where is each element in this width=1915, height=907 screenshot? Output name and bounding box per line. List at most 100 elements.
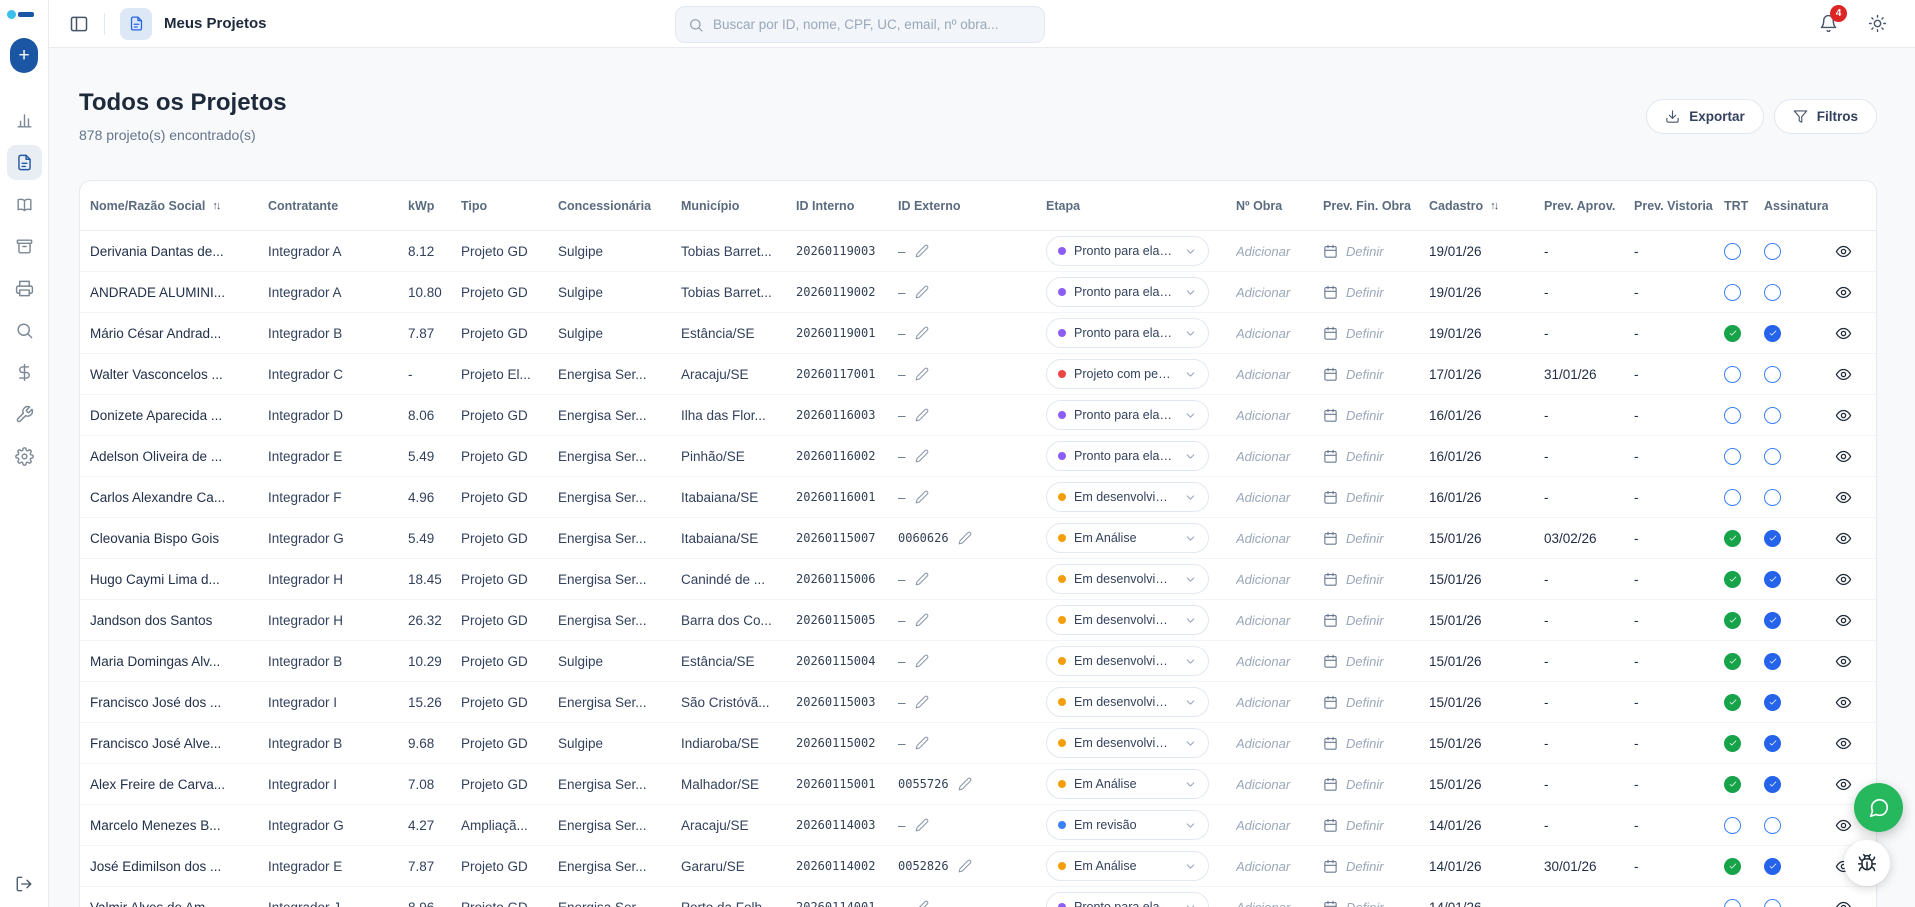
add-obra-button[interactable]: Adicionar [1236, 818, 1290, 833]
definir-button[interactable]: Definir [1346, 531, 1384, 546]
bug-report-button[interactable] [1844, 840, 1890, 886]
definir-button[interactable]: Definir [1346, 736, 1384, 751]
etapa-select[interactable]: Pronto para elabor... [1046, 236, 1209, 266]
etapa-select[interactable]: Em desenvolvimento [1046, 564, 1209, 594]
add-obra-button[interactable]: Adicionar [1236, 490, 1290, 505]
edit-id-externo-icon[interactable] [958, 531, 972, 545]
sidebar-item-bar-chart[interactable] [7, 103, 42, 138]
edit-id-externo-icon[interactable] [915, 900, 929, 907]
view-project-button[interactable] [1835, 653, 1852, 670]
sidebar-item-book[interactable] [7, 187, 42, 222]
etapa-select[interactable]: Em Análise [1046, 769, 1209, 799]
definir-button[interactable]: Definir [1346, 490, 1384, 505]
etapa-select[interactable]: Pronto para elabor... [1046, 318, 1209, 348]
logout-icon[interactable] [15, 875, 33, 893]
definir-button[interactable]: Definir [1346, 408, 1384, 423]
edit-id-externo-icon[interactable] [915, 654, 929, 668]
edit-id-externo-icon[interactable] [915, 736, 929, 750]
etapa-select[interactable]: Em Análise [1046, 851, 1209, 881]
view-project-button[interactable] [1835, 817, 1852, 834]
definir-button[interactable]: Definir [1346, 654, 1384, 669]
view-project-button[interactable] [1835, 407, 1852, 424]
edit-id-externo-icon[interactable] [915, 449, 929, 463]
definir-button[interactable]: Definir [1346, 285, 1384, 300]
definir-button[interactable]: Definir [1346, 900, 1384, 907]
etapa-select[interactable]: Em revisão [1046, 810, 1209, 840]
etapa-select[interactable]: Em desenvolvimento [1046, 482, 1209, 512]
sidebar-item-wrench[interactable] [7, 397, 42, 432]
add-obra-button[interactable]: Adicionar [1236, 367, 1290, 382]
add-obra-button[interactable]: Adicionar [1236, 654, 1290, 669]
etapa-select[interactable]: Pronto para elabor... [1046, 277, 1209, 307]
view-project-button[interactable] [1835, 776, 1852, 793]
etapa-select[interactable]: Em desenvolvimento [1046, 605, 1209, 635]
sidebar-item-gear[interactable] [7, 439, 42, 474]
edit-id-externo-icon[interactable] [915, 326, 929, 340]
add-obra-button[interactable]: Adicionar [1236, 531, 1290, 546]
add-obra-button[interactable]: Adicionar [1236, 449, 1290, 464]
etapa-select[interactable]: Projeto com pendê... [1046, 359, 1209, 389]
edit-id-externo-icon[interactable] [915, 818, 929, 832]
sidebar-item-document[interactable] [7, 145, 42, 180]
definir-button[interactable]: Definir [1346, 244, 1384, 259]
add-obra-button[interactable]: Adicionar [1236, 777, 1290, 792]
sidebar-item-archive[interactable] [7, 229, 42, 264]
view-project-button[interactable] [1835, 366, 1852, 383]
edit-id-externo-icon[interactable] [958, 859, 972, 873]
add-obra-button[interactable]: Adicionar [1236, 859, 1290, 874]
edit-id-externo-icon[interactable] [915, 572, 929, 586]
view-project-button[interactable] [1835, 571, 1852, 588]
view-project-button[interactable] [1835, 325, 1852, 342]
etapa-select[interactable]: Pronto para elabor... [1046, 441, 1209, 471]
definir-button[interactable]: Definir [1346, 572, 1384, 587]
view-project-button[interactable] [1835, 530, 1852, 547]
etapa-select[interactable]: Pronto para elabor... [1046, 892, 1209, 907]
add-obra-button[interactable]: Adicionar [1236, 613, 1290, 628]
edit-id-externo-icon[interactable] [915, 285, 929, 299]
view-project-button[interactable] [1835, 243, 1852, 260]
edit-id-externo-icon[interactable] [958, 777, 972, 791]
etapa-select[interactable]: Em desenvolvimento [1046, 687, 1209, 717]
view-project-button[interactable] [1835, 899, 1852, 907]
export-button[interactable]: Exportar [1646, 99, 1764, 134]
chat-button[interactable] [1854, 783, 1903, 832]
edit-id-externo-icon[interactable] [915, 367, 929, 381]
add-obra-button[interactable]: Adicionar [1236, 900, 1290, 907]
etapa-select[interactable]: Pronto para elabor... [1046, 400, 1209, 430]
filters-button[interactable]: Filtros [1774, 99, 1877, 134]
add-obra-button[interactable]: Adicionar [1236, 326, 1290, 341]
column-header-cadastro[interactable]: Cadastro↑↓ [1429, 199, 1544, 213]
add-obra-button[interactable]: Adicionar [1236, 244, 1290, 259]
notifications-button[interactable]: 4 [1819, 14, 1838, 33]
column-header-name[interactable]: Nome/Razão Social↑↓ [90, 199, 268, 213]
definir-button[interactable]: Definir [1346, 695, 1384, 710]
add-obra-button[interactable]: Adicionar [1236, 736, 1290, 751]
definir-button[interactable]: Definir [1346, 777, 1384, 792]
definir-button[interactable]: Definir [1346, 613, 1384, 628]
sidebar-item-dollar[interactable] [7, 355, 42, 390]
definir-button[interactable]: Definir [1346, 367, 1384, 382]
add-obra-button[interactable]: Adicionar [1236, 285, 1290, 300]
view-project-button[interactable] [1835, 284, 1852, 301]
theme-toggle-button[interactable] [1868, 14, 1887, 33]
view-project-button[interactable] [1835, 735, 1852, 752]
definir-button[interactable]: Definir [1346, 326, 1384, 341]
add-obra-button[interactable]: Adicionar [1236, 408, 1290, 423]
definir-button[interactable]: Definir [1346, 449, 1384, 464]
add-project-button[interactable]: + [10, 38, 38, 73]
etapa-select[interactable]: Em desenvolvimento [1046, 728, 1209, 758]
edit-id-externo-icon[interactable] [915, 613, 929, 627]
view-project-button[interactable] [1835, 489, 1852, 506]
etapa-select[interactable]: Em desenvolvimento [1046, 646, 1209, 676]
definir-button[interactable]: Definir [1346, 818, 1384, 833]
add-obra-button[interactable]: Adicionar [1236, 572, 1290, 587]
sidebar-toggle-button[interactable] [69, 14, 89, 34]
edit-id-externo-icon[interactable] [915, 408, 929, 422]
sidebar-item-printer[interactable] [7, 271, 42, 306]
add-obra-button[interactable]: Adicionar [1236, 695, 1290, 710]
view-project-button[interactable] [1835, 612, 1852, 629]
view-project-button[interactable] [1835, 694, 1852, 711]
view-project-button[interactable] [1835, 448, 1852, 465]
edit-id-externo-icon[interactable] [915, 244, 929, 258]
edit-id-externo-icon[interactable] [915, 490, 929, 504]
